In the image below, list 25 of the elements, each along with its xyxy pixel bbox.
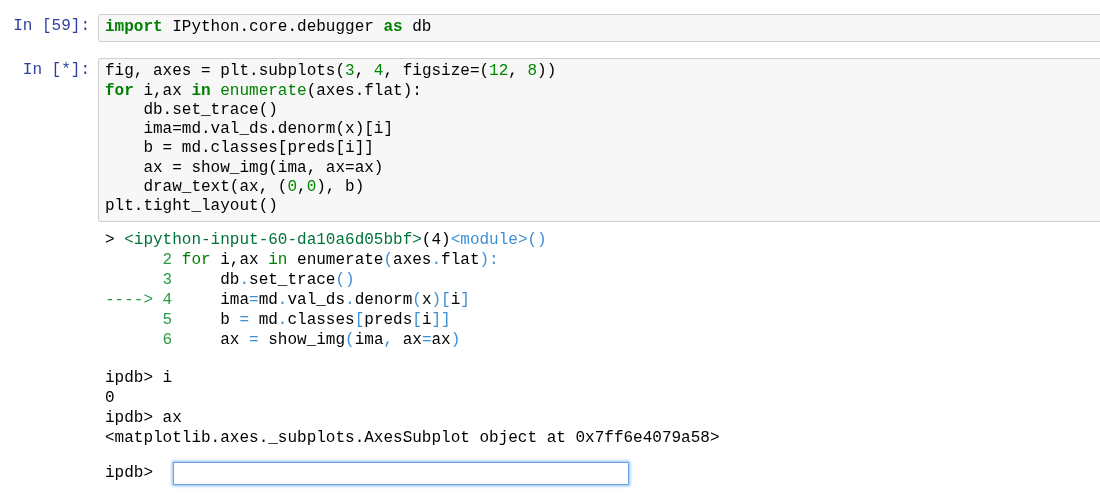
input-field[interactable] [173, 461, 629, 485]
code-line: 2 for i,ax in enumerate(axes.flat): [161, 249, 500, 270]
code-line: fig, axes = plt.subplots(3, 4, figsize=(12, 8)) [105, 62, 558, 82]
debugger-prompt: ipdb> [105, 464, 154, 483]
code-line: 6 ax = show_img(ima, ax=ax) [161, 329, 462, 350]
cell-prompt: In [*]: [21, 60, 90, 81]
code-line: b = md.classes[preds[i]] [142, 139, 375, 159]
code-line: > <ipython-input-60-da10a6d05bbf>(4)<module>() [105, 229, 548, 250]
code-line: ima=md.val_ds.denorm(x)[i] [142, 120, 395, 140]
code-line: db.set_trace() [142, 100, 279, 121]
code-line: 3 db.set_trace() [161, 269, 356, 290]
code-line: ----> 4 ima=md.val_ds.denorm(x)[i] [105, 289, 471, 310]
code-cell[interactable] [98, 58, 1100, 222]
code-line: for i,ax in enumerate(axes.flat): [105, 81, 423, 101]
console-line: <matplotlib.axes._subplots.AxesSubplot object at 0x7ff6e4079a58> [105, 427, 721, 448]
code-line: plt.tight_layout() [105, 197, 279, 217]
console-line: ipdb> i [105, 367, 174, 388]
code-line: import IPython.core.debugger as db [105, 18, 433, 38]
cell-prompt: In [59]: [12, 16, 90, 36]
code-cell[interactable]: import IPython.core.debugger as db [98, 14, 1100, 43]
console-line: ipdb> ax [105, 407, 183, 428]
code-line: ax = show_img(ima, ax=ax) [142, 158, 385, 179]
code-line: draw_text(ax, (0,0), b) [142, 178, 366, 198]
code-line: 5 b = md.classes[preds[i]] [161, 309, 452, 330]
console-line: 0 [105, 387, 116, 408]
